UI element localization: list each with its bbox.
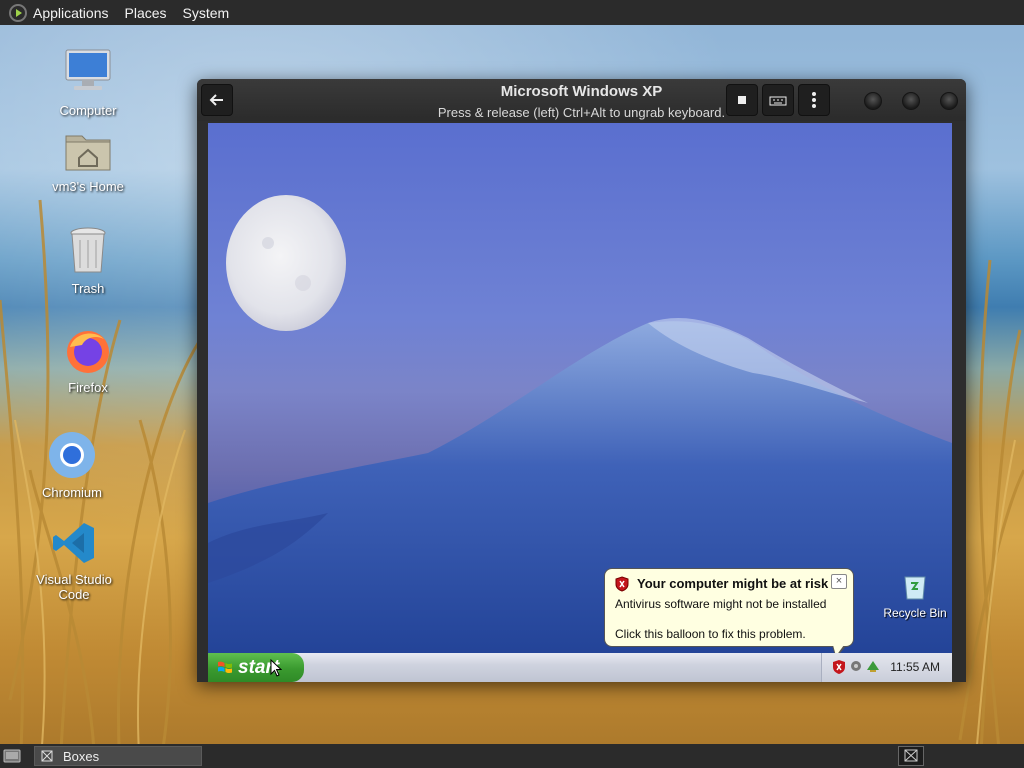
window-title: Microsoft Windows XP: [500, 83, 663, 100]
top-panel: Applications Places System: [0, 0, 1024, 25]
menu-places[interactable]: Places: [125, 5, 167, 21]
home-folder-icon: [65, 135, 111, 171]
close-button[interactable]: [940, 92, 958, 110]
minimize-button[interactable]: [864, 92, 882, 110]
vm-window: Microsoft Windows XP Press & release (le…: [197, 79, 966, 682]
desktop-icon-trash[interactable]: Trash: [33, 226, 143, 296]
balloon-title: Your computer might be at risk: [637, 576, 829, 591]
mouse-cursor-icon: [270, 659, 282, 677]
guest-display[interactable]: Recycle Bin Your computer might be at ri…: [208, 123, 952, 682]
chromium-icon: [49, 432, 95, 478]
security-alert-icon[interactable]: [832, 659, 846, 675]
window-header: Microsoft Windows XP Press & release (le…: [197, 79, 966, 121]
distro-logo-icon[interactable]: [9, 3, 27, 22]
xp-taskbar: start 11:55 AM: [208, 653, 952, 682]
desktop-icon-home[interactable]: vm3's Home: [33, 128, 143, 194]
taskbar-item-boxes[interactable]: Boxes: [34, 746, 202, 766]
balloon-action-text: Click this balloon to fix this problem.: [615, 627, 806, 641]
keyboard-icon: [769, 96, 787, 106]
maximize-button[interactable]: [902, 92, 920, 110]
desktop-icon-chromium[interactable]: Chromium: [17, 430, 127, 500]
windows-logo-icon: [218, 661, 232, 674]
workspace-icon: [904, 749, 918, 762]
stop-button[interactable]: [726, 84, 758, 116]
vscode-icon: [53, 523, 94, 563]
workspace-switcher[interactable]: [898, 746, 924, 766]
desktop-icon-label: Chromium: [42, 485, 102, 500]
desktop-icon-firefox[interactable]: Firefox: [33, 327, 143, 395]
menu-dots-icon: [812, 92, 816, 108]
show-desktop-icon[interactable]: [3, 747, 21, 765]
desktop-icon-recycle-bin[interactable]: Recycle Bin: [878, 571, 952, 620]
clock[interactable]: 11:55 AM: [890, 660, 940, 674]
boxes-app-icon: [41, 750, 53, 762]
security-shield-icon: [615, 576, 629, 592]
desktop-icon-label: Trash: [71, 281, 105, 296]
security-balloon[interactable]: Your computer might be at risk Antivirus…: [604, 568, 854, 658]
recycle-bin-icon: [904, 576, 926, 600]
stop-icon: [738, 96, 746, 104]
menu-button[interactable]: [798, 84, 830, 116]
desktop-icon-label: vm3's Home: [52, 179, 124, 194]
desktop-icon-label: Visual Studio Code: [36, 572, 112, 602]
menu-system[interactable]: System: [183, 5, 230, 21]
balloon-close-button[interactable]: ×: [831, 574, 847, 589]
trash-icon: [70, 227, 106, 273]
balloon-message: Antivirus software might not be installe…: [615, 597, 827, 611]
keyboard-button[interactable]: [762, 84, 794, 116]
start-button[interactable]: start: [208, 653, 304, 682]
bottom-panel: Boxes: [0, 744, 1024, 768]
menu-applications[interactable]: Applications: [33, 5, 109, 21]
computer-icon: [65, 49, 111, 90]
system-tray: 11:55 AM: [821, 653, 952, 682]
window-subtitle: Press & release (left) Ctrl+Alt to ungra…: [437, 105, 726, 120]
desktop-icon-computer[interactable]: Computer: [33, 46, 143, 118]
desktop-icon-vscode[interactable]: Visual Studio Code: [19, 519, 129, 602]
firefox-icon: [67, 331, 109, 373]
desktop-icon-label: Firefox: [68, 380, 108, 395]
update-icon[interactable]: [865, 658, 881, 674]
network-icon[interactable]: [849, 659, 863, 673]
recycle-bin-label: Recycle Bin: [883, 606, 947, 620]
desktop-icon-label: Computer: [59, 103, 117, 118]
taskbar-item-label: Boxes: [63, 749, 100, 764]
